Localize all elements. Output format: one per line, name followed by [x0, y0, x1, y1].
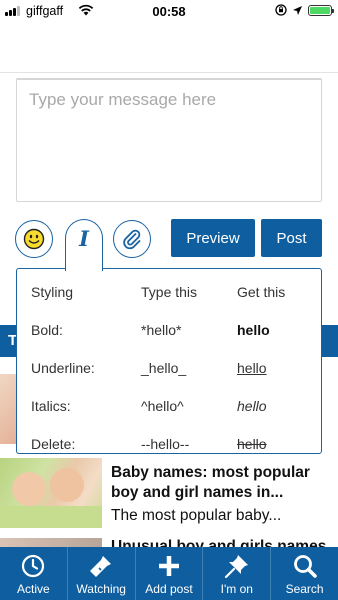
header-divider — [0, 72, 338, 73]
header-get-this: Get this — [237, 284, 286, 300]
style-label-italics: Italics: — [31, 398, 71, 414]
header-type-this: Type this — [141, 284, 198, 300]
clock-icon — [22, 554, 45, 578]
search-icon — [293, 555, 317, 578]
formatting-help-popup: Styling Type this Get this Bold: *hello*… — [16, 268, 322, 454]
example-underline: hello — [237, 360, 267, 376]
article-thumbnail — [0, 458, 102, 528]
attach-button[interactable] — [113, 220, 151, 258]
smiley-icon — [23, 228, 45, 250]
example-delete: hello — [237, 436, 267, 452]
status-bar: giffgaff 00:58 — [0, 0, 338, 22]
nav-add-post-label: Add post — [145, 582, 193, 596]
syntax-underline: _hello_ — [141, 360, 187, 376]
nav-active[interactable]: Active — [0, 547, 68, 600]
message-input[interactable] — [17, 80, 321, 201]
syntax-bold: *hello* — [141, 322, 182, 338]
message-box — [16, 78, 322, 202]
nav-im-on-label: I'm on — [220, 582, 253, 596]
nav-watching[interactable]: Watching — [68, 547, 136, 600]
preview-button[interactable]: Preview — [171, 219, 255, 257]
nav-search[interactable]: Search — [271, 547, 338, 600]
article-title: Baby names: most popular boy and girl na… — [111, 464, 310, 501]
header-styling: Styling — [31, 284, 74, 300]
nav-add-post[interactable]: Add post — [136, 547, 204, 600]
italic-icon: I — [79, 226, 89, 251]
pin-icon — [224, 555, 248, 579]
syntax-italics: ^hello^ — [141, 398, 184, 414]
article-excerpt: The most popular baby... — [111, 507, 282, 524]
nav-search-label: Search — [285, 582, 324, 596]
plus-icon — [158, 556, 179, 576]
emoji-button[interactable] — [15, 220, 53, 258]
flashlight-icon — [90, 556, 112, 577]
formatting-help-button[interactable]: I — [65, 219, 103, 271]
style-label-delete: Delete: — [31, 436, 76, 452]
nav-im-on[interactable]: I'm on — [203, 547, 272, 600]
nav-active-label: Active — [17, 582, 50, 596]
bottom-nav: Active Watching Add post I'm on Search — [0, 547, 338, 600]
example-italics: hello — [237, 398, 267, 414]
example-bold: hello — [237, 322, 270, 338]
style-label-bold: Bold: — [31, 322, 63, 338]
location-arrow-icon — [293, 5, 302, 15]
nav-watching-label: Watching — [76, 582, 126, 596]
battery-icon — [308, 4, 334, 16]
syntax-delete: --hello-- — [141, 436, 190, 452]
rotation-lock-icon — [275, 4, 287, 16]
style-label-underline: Underline: — [31, 360, 95, 376]
article-card[interactable]: Baby names: most popular boy and girl na… — [0, 458, 338, 538]
paperclip-icon — [123, 229, 141, 250]
post-button[interactable]: Post — [261, 219, 322, 257]
